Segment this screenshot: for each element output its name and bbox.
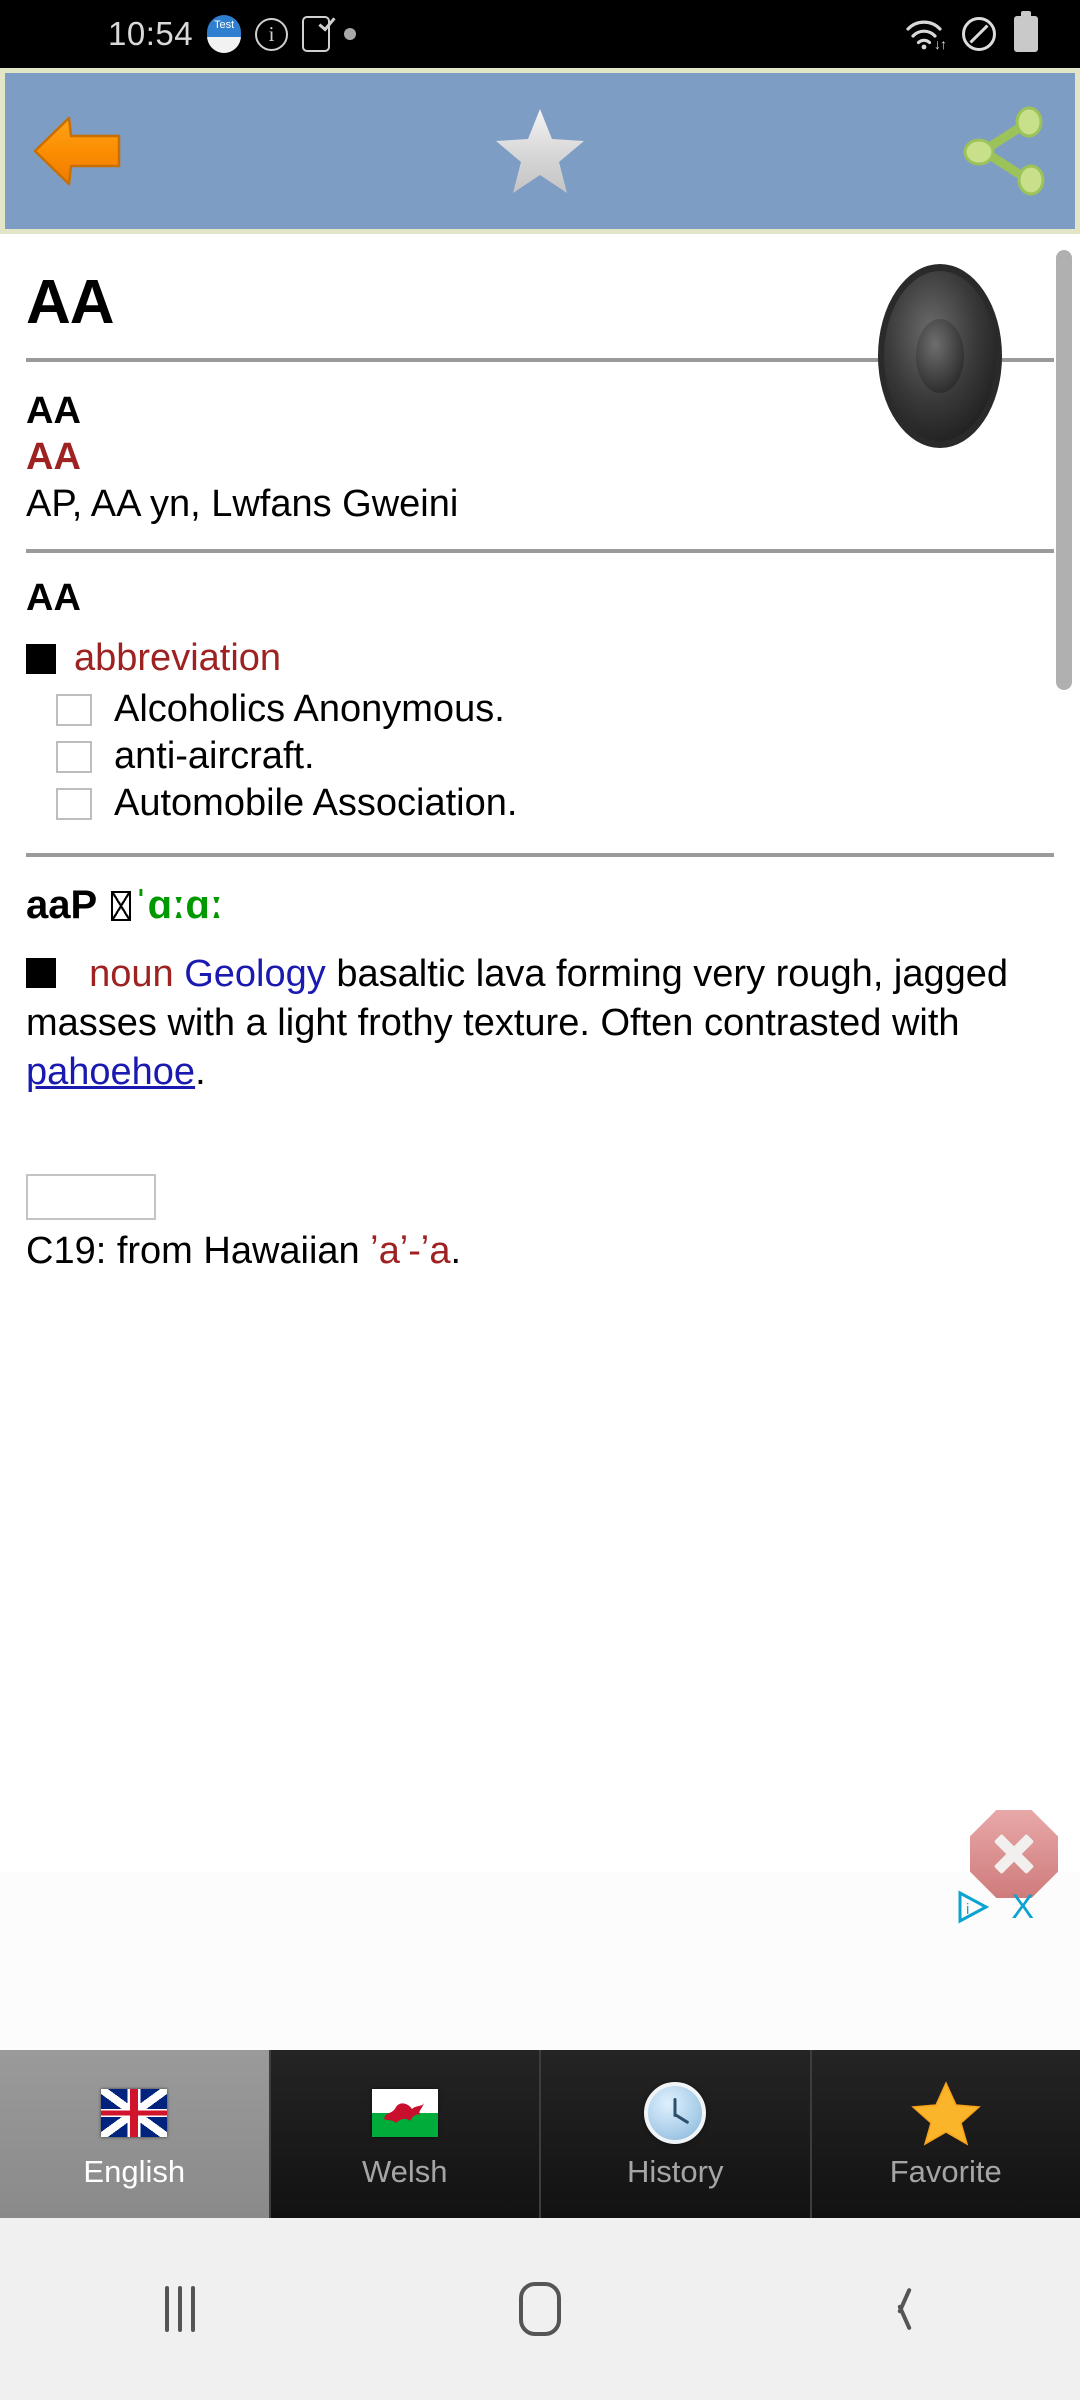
favorite-button[interactable] [492,105,588,197]
sense-text: Automobile Association. [114,782,518,825]
noun-definition: noun Geology basaltic lava forming very … [26,950,1054,1096]
etymology-suffix: . [450,1230,462,1273]
part-of-speech: abbreviation [74,637,282,680]
sense-checkbox-icon[interactable] [56,693,92,726]
status-bar-left: 10:54 Test i [108,13,357,53]
tab-label: English [83,2154,186,2189]
tab-english[interactable]: English [0,2050,271,2218]
recents-button[interactable] [120,2249,240,2369]
sense-text: Alcoholics Anonymous. [114,688,505,731]
android-nav-bar [0,2218,1080,2400]
etymology-placeholder-box [26,1174,156,1221]
divider [26,549,1054,554]
abbrev-pos-line: abbreviation [26,637,1054,680]
ad-close-octagon-icon [970,1810,1058,1898]
abbrev-term: AA [26,577,81,620]
dot-icon [344,28,357,40]
divider [26,853,1054,858]
sense-marker-icon [26,958,56,989]
wales-flag-icon [370,2078,440,2148]
star-icon [910,2078,981,2148]
recents-icon [165,2286,195,2332]
tab-favorite[interactable]: Favorite [811,2050,1080,2218]
noun-block: aaP ˈɑːɑː noun Geology basaltic lava for… [0,883,1080,1273]
tab-label: Welsh [361,2154,448,2189]
home-icon [519,2282,561,2336]
info-circle-icon: i [255,17,289,51]
wifi-icon: ↓↑ [904,18,947,52]
missing-glyph-icon [111,891,132,922]
adchoices-icon[interactable]: i [957,1890,990,1924]
list-item[interactable]: Automobile Association. [26,782,1054,825]
clock-icon [640,2078,710,2148]
list-item[interactable]: anti-aircraft. [26,735,1054,778]
phonetic-transcription: ˈɑːɑː [134,883,224,928]
do-not-disturb-icon [962,17,996,51]
uk-flag-icon [99,2078,169,2148]
definition-scroll-area[interactable]: AA AA AA AP, AA yn, Lwfans Gweini AA abb… [0,234,1080,1872]
star-icon [496,109,584,193]
sense-marker-icon [26,643,56,674]
battery-icon [1014,16,1038,52]
back-icon [887,2286,913,2332]
tab-label: Favorite [889,2154,1002,2189]
back-button[interactable] [31,110,123,192]
tab-welsh[interactable]: Welsh [270,2050,541,2218]
content-scrollbar[interactable] [1056,250,1072,690]
etymology-term: ʼaʼ-ʼa [370,1230,451,1273]
ad-banner[interactable]: i X [0,1810,1080,2050]
list-item[interactable]: Alcoholics Anonymous. [26,688,1054,731]
share-button[interactable] [957,105,1049,197]
status-bar-right: ↓↑ [904,0,1038,68]
phone-check-icon [302,13,336,52]
etymology-prefix: C19: from Hawaiian [26,1230,371,1273]
sense-checkbox-icon[interactable] [56,740,92,773]
status-clock: 10:54 [108,15,194,52]
sense-checkbox-icon[interactable] [56,787,92,820]
tab-history[interactable]: History [541,2050,812,2218]
definition-text-1: basaltic lava forming very rough, jagged… [26,953,1009,1045]
subject-field: Geology [184,953,326,996]
share-icon [963,106,1045,196]
noun-headword-line: aaP ˈɑːɑː [26,883,1054,928]
ad-dismiss-button[interactable]: X [1011,1890,1034,1924]
back-button[interactable] [840,2249,960,2369]
status-bar: 10:54 Test i ↓↑ [0,0,1080,68]
tab-label: History [627,2154,724,2189]
home-button[interactable] [480,2249,600,2369]
sense-text: anti-aircraft. [114,735,315,778]
abbreviation-block: AA abbreviation Alcoholics Anonymous. an… [0,575,1080,825]
definition-text-2: . [195,1050,206,1093]
bottom-tab-bar: English Welsh History Favorite [0,2050,1080,2218]
back-arrow-icon [33,116,121,186]
app-toolbar [0,68,1080,234]
speaker-icon [878,264,1002,448]
welsh-translation: AP, AA yn, Lwfans Gweini [26,482,459,525]
etymology-line: C19: from Hawaiian ʼaʼ-ʼa. [26,1230,1054,1273]
abbrev-sense-list: Alcoholics Anonymous. anti-aircraft. Aut… [26,688,1054,825]
adchoices-area[interactable]: i X [957,1890,1034,1924]
noun-word: aaP [26,883,98,928]
test-app-icon: Test [207,15,242,53]
cross-reference-link[interactable]: pahoehoe [26,1051,195,1093]
ad-close-button[interactable] [970,1810,1058,1898]
part-of-speech: noun [89,953,174,996]
svg-text:i: i [966,1901,969,1918]
pronounce-button[interactable] [868,256,1028,456]
